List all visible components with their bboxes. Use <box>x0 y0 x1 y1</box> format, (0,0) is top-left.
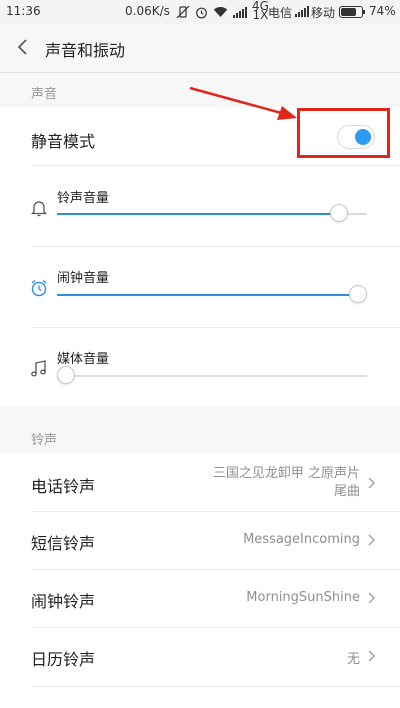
calendar-ringtone-value: 无 <box>346 652 360 667</box>
chevron-right-icon <box>368 650 375 662</box>
signal-icon-1 <box>233 6 247 18</box>
carrier-mobile: 移动 <box>311 6 336 20</box>
alarm-status-icon <box>196 7 207 18</box>
section-label-sound: 声音 <box>31 87 58 102</box>
page-title: 声音和振动 <box>45 41 126 60</box>
network-type-badge: 4G 1X <box>252 0 269 22</box>
phone-ringtone-value: 三国之见龙卸甲 之原声片 尾曲 <box>213 465 360 501</box>
slider-fill <box>57 294 358 296</box>
annotation-arrow <box>189 86 297 120</box>
chevron-right-icon <box>368 592 375 604</box>
signal-icon-2 <box>295 6 309 17</box>
network-speed: 0.06K/s <box>125 4 170 18</box>
status-time: 11:36 <box>6 4 41 18</box>
slider-thumb[interactable] <box>330 204 348 222</box>
calendar-ringtone-label: 日历铃声 <box>31 650 96 669</box>
media-volume-slider[interactable] <box>57 366 367 384</box>
silent-mode-label: 静音模式 <box>31 132 96 151</box>
alarm-volume-slider[interactable] <box>57 285 367 303</box>
annotation-highlight-box <box>297 108 390 158</box>
ringtone-volume-slider[interactable] <box>57 204 367 222</box>
slider-fill <box>57 213 339 215</box>
phone-ringtone-value-line2: 尾曲 <box>333 484 360 499</box>
vibrate-off-icon <box>176 5 190 19</box>
phone-ringtone-label: 电话铃声 <box>31 477 96 496</box>
wifi-icon <box>213 7 228 17</box>
media-volume-label: 媒体音量 <box>57 352 110 367</box>
status-bar: 11:36 0.06K/s 4G 1X 电信 移动 74% <box>0 0 400 24</box>
divider <box>31 327 400 328</box>
alarm-clock-icon <box>31 279 47 297</box>
phone-ringtone-row[interactable]: 电话铃声 三国之见龙卸甲 之原声片 尾曲 <box>0 453 400 511</box>
section-label-ringtones: 铃声 <box>31 433 58 448</box>
carrier-telecom: 电信 <box>268 6 293 20</box>
alarm-ringtone-value: MorningSunShine <box>246 590 360 605</box>
divider <box>31 165 400 166</box>
page-header: 声音和振动 <box>0 24 400 73</box>
chevron-right-icon <box>368 477 375 489</box>
back-arrow-icon[interactable] <box>14 36 34 58</box>
battery-icon <box>339 6 365 18</box>
slider-thumb[interactable] <box>57 366 75 384</box>
chevron-right-icon <box>368 534 375 546</box>
slider-thumb[interactable] <box>349 285 367 303</box>
alarm-ringtone-row[interactable]: 闹钟铃声 MorningSunShine <box>0 570 400 627</box>
alarm-volume-label: 闹钟音量 <box>57 271 110 286</box>
status-icons: 4G 1X <box>176 0 269 22</box>
music-note-icon <box>31 360 46 377</box>
sms-ringtone-row[interactable]: 短信铃声 MessageIncoming <box>0 512 400 569</box>
network-badge-1x: 1X <box>252 8 269 22</box>
bell-icon <box>30 201 48 217</box>
calendar-ringtone-row[interactable]: 日历铃声 无 <box>0 628 400 686</box>
sms-ringtone-value: MessageIncoming <box>243 532 360 547</box>
battery-percent: 74% <box>369 4 396 18</box>
divider <box>31 246 400 247</box>
alarm-ringtone-label: 闹钟铃声 <box>31 592 96 611</box>
sms-ringtone-label: 短信铃声 <box>31 534 96 553</box>
divider <box>31 686 400 687</box>
ringtone-volume-label: 铃声音量 <box>57 191 110 206</box>
phone-ringtone-value-line1: 三国之见龙卸甲 之原声片 <box>212 466 360 481</box>
